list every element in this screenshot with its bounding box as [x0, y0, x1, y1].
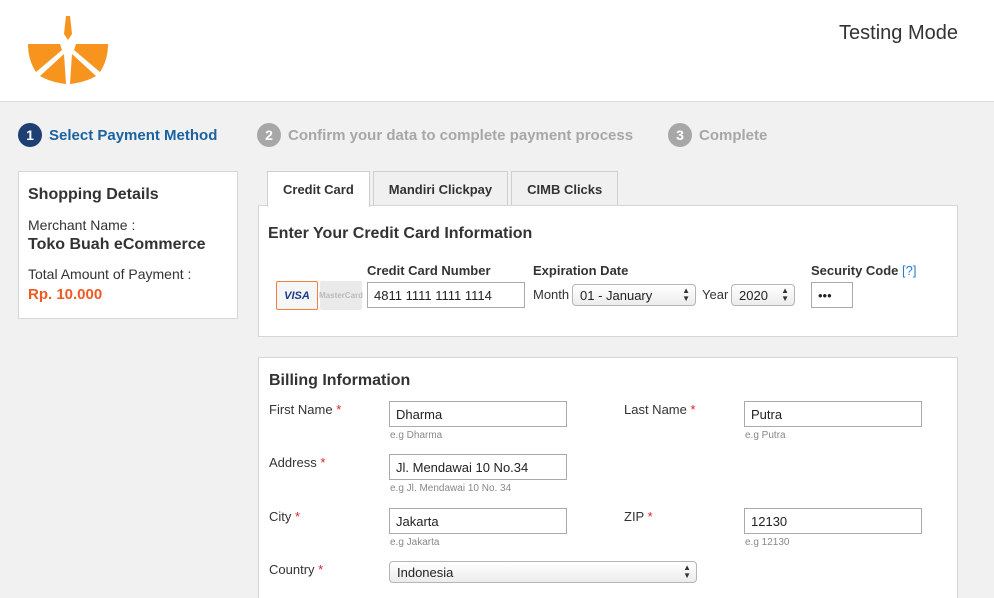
- step-label: Confirm your data to complete payment pr…: [288, 126, 634, 144]
- address-input[interactable]: Jl. Mendawai 10 No.34: [389, 454, 567, 480]
- country-select-value: Indonesia: [397, 564, 454, 580]
- address-label-text: Address: [269, 455, 317, 470]
- step-label: Complete: [699, 126, 768, 144]
- first-name-input[interactable]: Dharma: [389, 401, 567, 427]
- step-confirm-data: 2 Confirm your data to complete payment …: [257, 123, 633, 147]
- shopping-details-title: Shopping Details: [28, 186, 159, 203]
- country-select[interactable]: Indonesia ▲ ▼: [389, 561, 697, 583]
- select-arrows-icon: ▲ ▼: [683, 563, 691, 580]
- zip-hint: e.g 12130: [745, 537, 790, 548]
- zip-label-text: ZIP: [624, 509, 644, 524]
- card-number-input[interactable]: 4811 1111 1111 1114: [367, 282, 525, 308]
- tab-credit-card[interactable]: Credit Card: [267, 171, 370, 207]
- required-mark: *: [320, 455, 326, 470]
- credit-card-title: Enter Your Credit Card Information: [268, 225, 533, 242]
- orange-slice-logo-icon: [28, 16, 108, 84]
- address-hint: e.g Jl. Mendawai 10 No. 34: [390, 483, 512, 494]
- step-complete: 3 Complete: [668, 123, 767, 147]
- step-number: 3: [668, 123, 692, 147]
- required-mark: *: [647, 509, 653, 524]
- step-label: Select Payment Method: [49, 126, 218, 144]
- first-name-hint: e.g Dharma: [390, 430, 443, 441]
- testing-mode-label: Testing Mode: [839, 22, 958, 44]
- tab-cimb-clicks[interactable]: CIMB Clicks: [511, 171, 619, 206]
- last-name-label: Last Name *: [624, 402, 696, 417]
- zip-input[interactable]: 12130: [744, 508, 922, 534]
- month-label: Month: [533, 287, 570, 302]
- year-select[interactable]: 2020 ▲ ▼: [731, 284, 795, 306]
- progress-steps: 1 Select Payment Method 2 Confirm your d…: [0, 102, 994, 162]
- merchant-name-label: Merchant Name :: [28, 217, 136, 233]
- last-name-hint: e.g Putra: [745, 430, 786, 441]
- mastercard-logo-icon: MasterCard: [319, 281, 363, 310]
- visa-logo-icon: VISA: [276, 281, 318, 310]
- last-name-input[interactable]: Putra: [744, 401, 922, 427]
- city-hint: e.g Jakarta: [390, 537, 440, 548]
- shopping-details-panel: Shopping Details Merchant Name : Toko Bu…: [18, 171, 238, 319]
- tab-mandiri-clickpay[interactable]: Mandiri Clickpay: [372, 171, 509, 206]
- billing-information-panel: Billing Information First Name * Dharma …: [258, 357, 958, 598]
- first-name-label-text: First Name: [269, 402, 333, 417]
- required-mark: *: [295, 509, 301, 524]
- security-code-label-text: Security Code: [811, 263, 899, 278]
- step-select-payment: 1 Select Payment Method: [18, 123, 217, 147]
- expiration-date-label: Expiration Date: [533, 263, 629, 278]
- required-mark: *: [690, 402, 696, 417]
- city-input[interactable]: Jakarta: [389, 508, 567, 534]
- country-label-text: Country: [269, 562, 315, 577]
- credit-card-panel: Enter Your Credit Card Information VISA …: [258, 205, 958, 337]
- country-label: Country *: [269, 562, 323, 577]
- card-number-label: Credit Card Number: [367, 263, 491, 278]
- first-name-label: First Name *: [269, 402, 341, 417]
- select-arrows-icon: ▲ ▼: [781, 286, 789, 303]
- total-amount-label: Total Amount of Payment :: [28, 266, 192, 282]
- step-number: 1: [18, 123, 42, 147]
- month-select[interactable]: 01 - January ▲ ▼: [572, 284, 696, 306]
- last-name-label-text: Last Name: [624, 402, 687, 417]
- year-label: Year: [702, 287, 729, 302]
- address-label: Address *: [269, 455, 325, 470]
- select-arrows-icon: ▲ ▼: [682, 286, 690, 303]
- required-mark: *: [336, 402, 342, 417]
- security-code-help-link[interactable]: [?]: [902, 263, 916, 278]
- security-code-label: Security Code [?]: [811, 263, 917, 278]
- required-mark: *: [318, 562, 324, 577]
- city-label: City *: [269, 509, 300, 524]
- step-number: 2: [257, 123, 281, 147]
- header-bar: Testing Mode: [0, 0, 994, 102]
- year-select-value: 2020: [739, 287, 768, 303]
- billing-information-title: Billing Information: [269, 372, 411, 389]
- city-label-text: City: [269, 509, 292, 524]
- total-amount-value: Rp. 10.000: [28, 286, 103, 303]
- security-code-input[interactable]: •••: [811, 282, 853, 308]
- month-select-value: 01 - January: [580, 287, 653, 303]
- payment-method-tabs: Credit Card Mandiri Clickpay CIMB Clicks: [267, 171, 621, 207]
- merchant-name-value: Toko Buah eCommerce: [28, 236, 206, 253]
- zip-label: ZIP *: [624, 509, 653, 524]
